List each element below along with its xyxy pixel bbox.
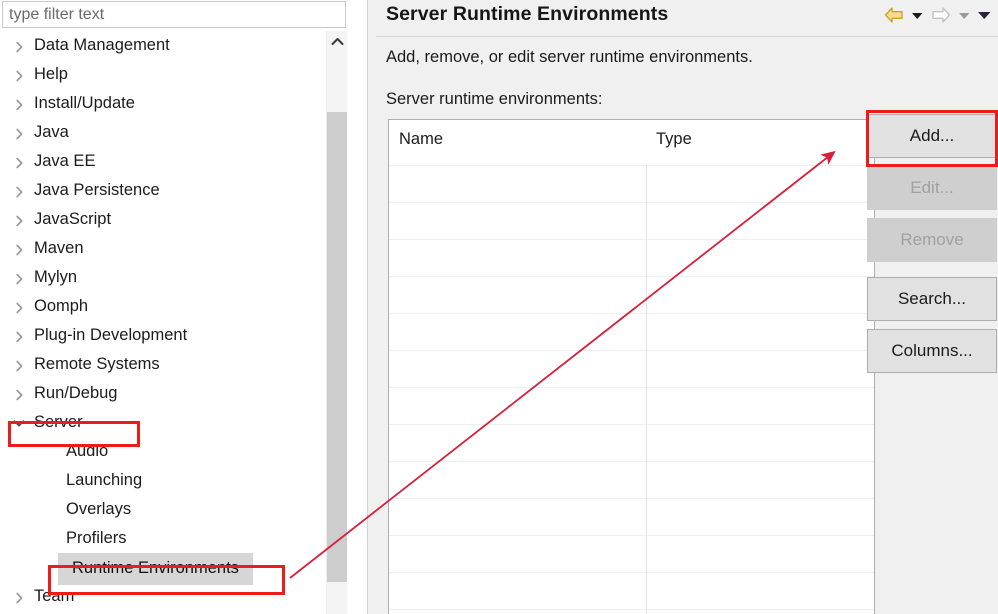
sidebar-item-label: Server	[34, 413, 83, 432]
chevron-up-icon[interactable]	[327, 31, 347, 51]
table-row[interactable]	[389, 535, 874, 572]
back-menu-chevron-down-icon[interactable]	[911, 11, 924, 20]
sidebar-item-label: Java	[34, 123, 69, 142]
table-row[interactable]	[389, 239, 874, 276]
table-row[interactable]	[389, 387, 874, 424]
sidebar-item-label: JavaScript	[34, 210, 112, 229]
chevron-right-icon[interactable]	[8, 31, 30, 60]
sidebar-item-data-management[interactable]: Data Management	[0, 31, 326, 60]
sidebar-item-label: Oomph	[34, 297, 89, 316]
page-title: Server Runtime Environments	[386, 3, 669, 25]
sidebar-item-label: Overlays	[66, 500, 132, 519]
title-separator	[376, 36, 998, 37]
back-arrow-icon[interactable]	[883, 5, 905, 25]
table-row[interactable]	[389, 313, 874, 350]
table-row[interactable]	[389, 165, 874, 202]
sidebar-item-server[interactable]: Server	[0, 408, 326, 437]
runtime-environments-table[interactable]: Name Type	[388, 119, 875, 614]
sidebar-item-label: Runtime Environments	[58, 553, 253, 585]
view-menu-chevron-down-icon[interactable]	[977, 10, 992, 20]
table-action-buttons: Add... Edit... Remove Search... Columns...	[867, 114, 998, 381]
filter-input[interactable]	[2, 1, 346, 28]
sidebar-item-help[interactable]: Help	[0, 60, 326, 89]
table-row[interactable]	[389, 572, 874, 609]
table-row[interactable]	[389, 350, 874, 387]
sidebar-item-label: Help	[34, 65, 68, 84]
sidebar-item-label: Team	[34, 587, 75, 606]
tree-scrollbar-thumb[interactable]	[327, 112, 347, 582]
sidebar-item-profilers[interactable]: Profilers	[0, 524, 326, 553]
sidebar-item-maven[interactable]: Maven	[0, 234, 326, 263]
column-header-type[interactable]: Type	[656, 130, 692, 149]
chevron-right-icon[interactable]	[8, 379, 30, 408]
column-header-name[interactable]: Name	[399, 130, 443, 149]
chevron-right-icon[interactable]	[8, 89, 30, 118]
table-row[interactable]	[389, 424, 874, 461]
chevron-right-icon[interactable]	[8, 234, 30, 263]
remove-button: Remove	[867, 218, 997, 262]
table-row[interactable]	[389, 498, 874, 535]
chevron-right-icon[interactable]	[8, 321, 30, 350]
chevron-right-icon[interactable]	[8, 350, 30, 379]
forward-arrow-icon	[930, 5, 952, 25]
sidebar-item-audio[interactable]: Audio	[0, 437, 326, 466]
preferences-sidebar: Data Management Help Install/Update Java Jav…	[0, 0, 366, 614]
sidebar-item-label: Remote Systems	[34, 355, 160, 374]
sidebar-item-mylyn[interactable]: Mylyn	[0, 263, 326, 292]
preferences-tree[interactable]: Data Management Help Install/Update Java Jav…	[0, 31, 326, 614]
sidebar-item-label: Maven	[34, 239, 84, 258]
chevron-right-icon[interactable]	[8, 582, 30, 611]
sidebar-item-team[interactable]: Team	[0, 582, 326, 611]
chevron-right-icon[interactable]	[8, 263, 30, 292]
page-description: Add, remove, or edit server runtime envi…	[386, 48, 753, 66]
chevron-down-icon[interactable]	[8, 408, 30, 437]
column-divider	[646, 120, 647, 614]
preferences-dialog: Data Management Help Install/Update Java Jav…	[0, 0, 998, 614]
page-nav-icons	[883, 5, 992, 25]
sidebar-item-label: Java EE	[34, 152, 96, 171]
chevron-right-icon[interactable]	[8, 205, 30, 234]
sidebar-item-remote-systems[interactable]: Remote Systems	[0, 350, 326, 379]
sidebar-item-label: Run/Debug	[34, 384, 118, 403]
sidebar-item-overlays[interactable]: Overlays	[0, 495, 326, 524]
sidebar-item-java-ee[interactable]: Java EE	[0, 147, 326, 176]
preference-page: Server Runtime Environments Add, remove,…	[368, 0, 998, 614]
columns-button[interactable]: Columns...	[867, 329, 997, 373]
table-row[interactable]	[389, 461, 874, 498]
sidebar-item-label: Data Management	[34, 36, 170, 55]
forward-menu-chevron-down-icon	[958, 11, 971, 20]
search-button[interactable]: Search...	[867, 277, 997, 321]
chevron-right-icon[interactable]	[8, 292, 30, 321]
sidebar-item-launching[interactable]: Launching	[0, 466, 326, 495]
page-title-bar: Server Runtime Environments	[368, 0, 998, 36]
sidebar-item-label: Audio	[66, 442, 109, 461]
runtime-list-label: Server runtime environments:	[386, 90, 603, 108]
table-row[interactable]	[389, 276, 874, 313]
sidebar-item-label: Install/Update	[34, 94, 135, 113]
sidebar-item-label: Plug-in Development	[34, 326, 188, 345]
sidebar-item-label: Mylyn	[34, 268, 78, 287]
sidebar-item-runtime-environments[interactable]: Runtime Environments	[0, 553, 326, 585]
table-row[interactable]	[389, 202, 874, 239]
chevron-right-icon[interactable]	[8, 60, 30, 89]
chevron-right-icon[interactable]	[8, 118, 30, 147]
sidebar-item-java-persistence[interactable]: Java Persistence	[0, 176, 326, 205]
edit-button: Edit...	[867, 166, 997, 210]
sidebar-item-run-debug[interactable]: Run/Debug	[0, 379, 326, 408]
sidebar-item-oomph[interactable]: Oomph	[0, 292, 326, 321]
sidebar-item-javascript[interactable]: JavaScript	[0, 205, 326, 234]
sidebar-item-plug-in-development[interactable]: Plug-in Development	[0, 321, 326, 350]
tree-scrollbar[interactable]	[326, 31, 347, 614]
chevron-right-icon[interactable]	[8, 147, 30, 176]
table-body	[389, 165, 874, 614]
sidebar-item-label: Java Persistence	[34, 181, 160, 200]
add-button[interactable]: Add...	[867, 114, 997, 158]
sidebar-item-label: Launching	[66, 471, 143, 490]
sidebar-item-label: Profilers	[66, 529, 127, 548]
chevron-right-icon[interactable]	[8, 176, 30, 205]
table-row[interactable]	[389, 609, 874, 614]
sidebar-item-install-update[interactable]: Install/Update	[0, 89, 326, 118]
table-header-row: Name Type	[389, 120, 874, 165]
sidebar-item-java[interactable]: Java	[0, 118, 326, 147]
